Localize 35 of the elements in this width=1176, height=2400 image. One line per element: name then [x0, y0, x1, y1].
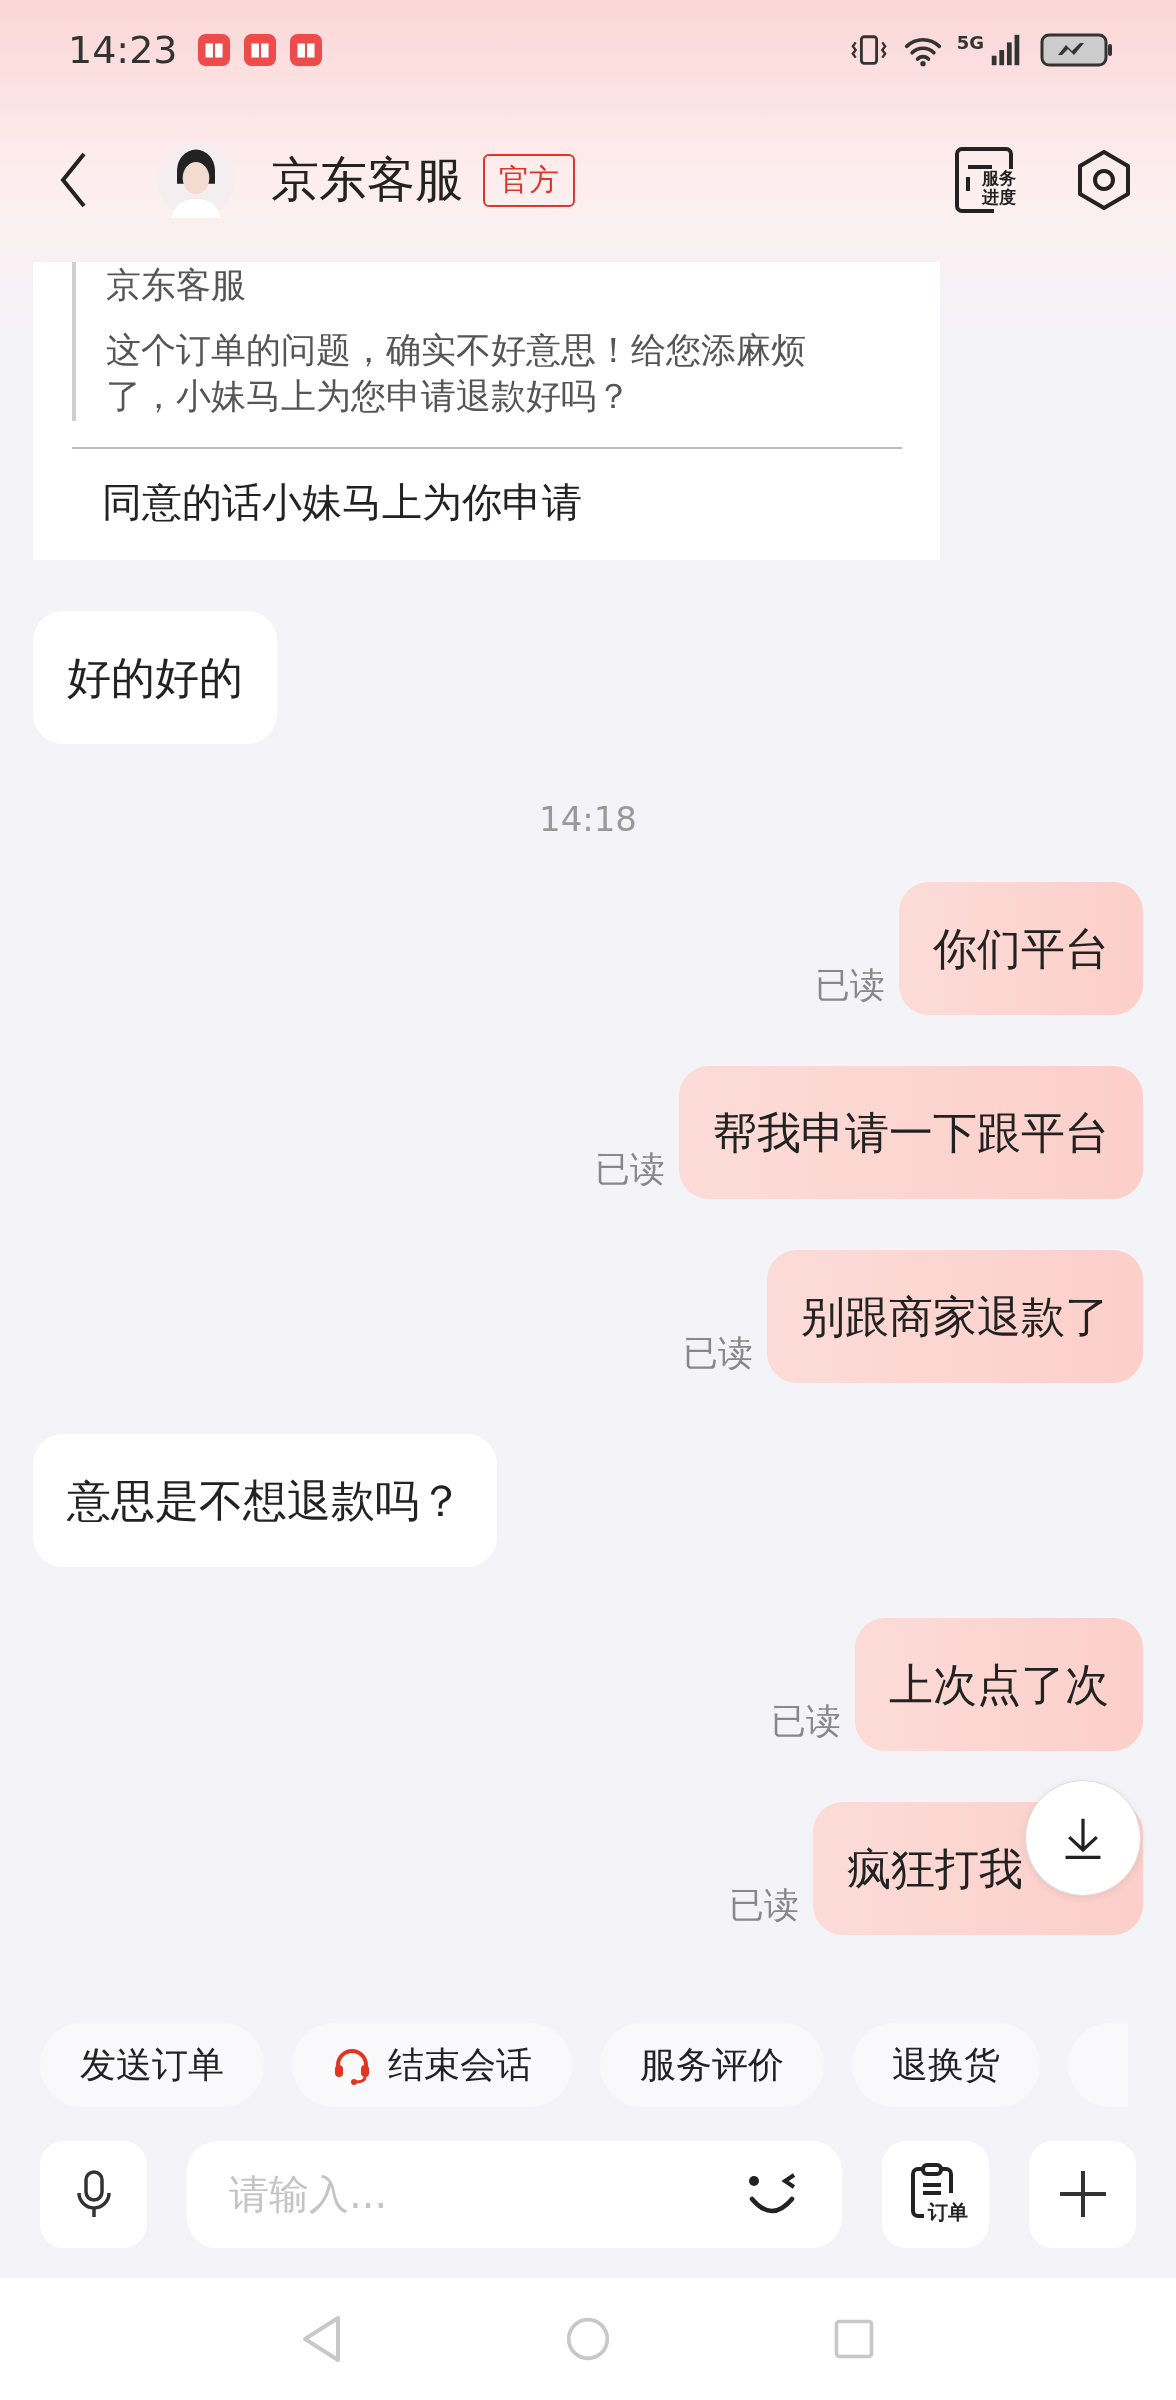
message-bubble: 你们平台	[899, 882, 1143, 1015]
notification-icon	[197, 34, 230, 66]
quoted-author: 京东客服	[106, 264, 247, 307]
timestamp: 14:18	[539, 799, 637, 839]
quick-action-chip[interactable]: 结束会话	[292, 2023, 572, 2107]
official-badge: 官方	[483, 153, 575, 207]
read-status: 已读	[815, 964, 885, 1007]
avatar-icon	[158, 140, 234, 220]
read-status: 已读	[595, 1148, 665, 1191]
quick-action-chip[interactable]: 发送订单	[40, 2023, 264, 2107]
chat-title: 京东客服	[271, 150, 463, 209]
notification-icon	[289, 34, 322, 66]
voice-button[interactable]	[40, 2140, 147, 2248]
quoted-text: 这个订单的问题，确实不好意思！给您添麻烦了，小妹马上为您申请退款好吗？	[106, 329, 807, 418]
battery-icon	[1040, 33, 1114, 67]
quick-action-chip[interactable]: 退换货	[852, 2023, 1040, 2107]
message-text: 同意的话小妹马上为你申请	[101, 478, 583, 527]
service-progress-button[interactable]: 服务 进度	[954, 145, 1024, 215]
message-field[interactable]: 请输入...	[187, 2140, 842, 2248]
read-status: 已读	[683, 1332, 753, 1375]
message-input[interactable]: 请输入...	[227, 2170, 742, 2218]
message-bubble: 好的好的	[33, 611, 277, 744]
quick-action-chip[interactable]: 服务评价	[600, 2023, 824, 2107]
message-bubble: 意思是不想退款吗？	[33, 1434, 497, 1567]
status-time: 14:23	[68, 28, 178, 72]
read-status: 已读	[771, 1700, 841, 1743]
order-button[interactable]: 订单	[882, 2140, 989, 2248]
notification-icon	[243, 34, 276, 66]
network-label: 5G	[956, 32, 984, 53]
message-bubble: 帮我申请一下跟平台	[679, 1066, 1143, 1199]
message-bubble: 上次点了次	[855, 1618, 1143, 1751]
plus-button[interactable]	[1029, 2140, 1136, 2248]
read-status: 已读	[729, 1884, 799, 1927]
message-bubble: 别跟商家退款了	[767, 1250, 1143, 1383]
plus-icon	[1057, 2169, 1108, 2219]
